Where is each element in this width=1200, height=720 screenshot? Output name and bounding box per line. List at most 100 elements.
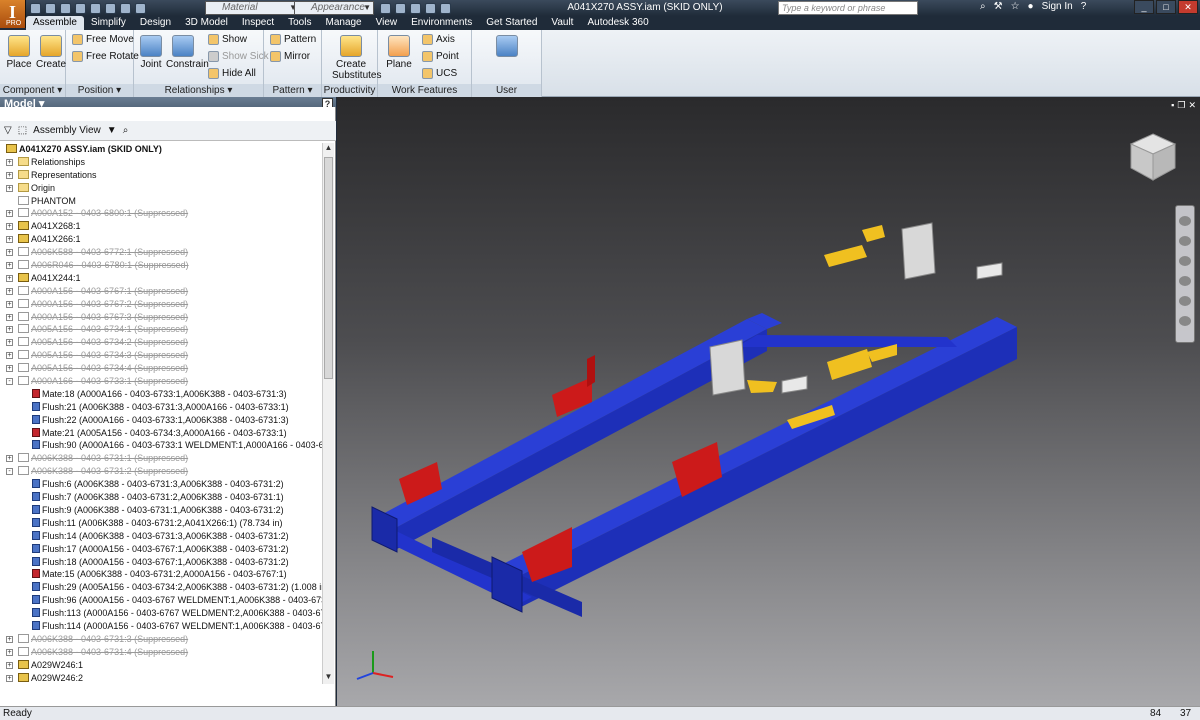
save-icon[interactable] (60, 2, 71, 14)
tree-node[interactable]: Flush:14 (A006K388 - 0403-6731:3,A006K38… (0, 530, 322, 543)
maximize-button[interactable]: □ (1156, 0, 1176, 14)
clear-appearance-icon[interactable] (380, 2, 391, 14)
tree-node[interactable]: + A006K388 - 0403-6731:4 (Suppressed) (0, 646, 322, 659)
expand-icon[interactable]: + (6, 300, 13, 308)
create-substitutes-button[interactable]: Create Substitutes (332, 33, 381, 81)
tree-node[interactable]: + A029W246:1 (0, 659, 322, 672)
find-icon[interactable]: ⌕ (123, 125, 129, 136)
tree-node[interactable]: + A006K588 - 0403-6772:1 (Suppressed) (0, 246, 322, 259)
material-combo[interactable]: Material▼ (205, 1, 300, 15)
tree-node[interactable]: + A041X266:1 (0, 233, 322, 246)
redo-icon[interactable] (90, 2, 101, 14)
expand-icon[interactable]: + (6, 223, 13, 231)
pattern-button[interactable]: Pattern (270, 34, 316, 45)
user-icon[interactable]: ● (1028, 1, 1034, 12)
sign-in-link[interactable]: Sign In (1042, 1, 1073, 12)
tree-node[interactable]: Mate:18 (A000A166 - 0403-6733:1,A006K388… (0, 388, 322, 401)
tree-node[interactable]: Flush:17 (A000A156 - 0403-6767:1,A006K38… (0, 543, 322, 556)
tree-node[interactable]: + Representations (0, 169, 322, 182)
hide-all-button[interactable]: Hide All (208, 68, 256, 79)
user-command-button[interactable] (490, 33, 524, 59)
fx-icon[interactable] (410, 2, 421, 14)
close-button[interactable]: ✕ (1178, 0, 1198, 14)
expand-icon[interactable]: + (6, 158, 13, 166)
point-button[interactable]: Point (422, 51, 459, 62)
expand-icon[interactable]: + (6, 171, 13, 179)
tree-node[interactable]: Flush:22 (A000A166 - 0403-6733:1,A006K38… (0, 414, 322, 427)
tab-get-started[interactable]: Get Started (479, 16, 544, 30)
application-menu-button[interactable]: I PRO (0, 0, 26, 28)
measure-icon[interactable] (440, 2, 451, 14)
new-icon[interactable] (30, 2, 41, 14)
expand-icon[interactable]: + (6, 287, 13, 295)
tree-node[interactable]: - A006K388 - 0403-6731:2 (Suppressed) (0, 465, 322, 478)
tree-node[interactable]: Flush:6 (A006K388 - 0403-6731:3,A006K388… (0, 478, 322, 491)
tab-tools[interactable]: Tools (281, 16, 318, 30)
minimize-button[interactable]: _ (1134, 0, 1154, 14)
free-rotate-button[interactable]: Free Rotate (72, 51, 139, 62)
tab-assemble[interactable]: Assemble (26, 16, 84, 30)
scroll-down-icon[interactable]: ▼ (323, 672, 334, 684)
expand-icon[interactable]: + (6, 262, 13, 270)
tree-node[interactable]: + A000A156 - 0403-6767:1 (Suppressed) (0, 285, 322, 298)
expand-icon[interactable]: + (6, 184, 13, 192)
update-icon[interactable] (120, 2, 131, 14)
help-search-input[interactable]: Type a keyword or phrase (778, 1, 918, 15)
appearance-combo[interactable]: Appearance ▼ (294, 1, 374, 15)
tree-node[interactable]: + A005A156 - 0403-6734:4 (Suppressed) (0, 362, 322, 375)
panel-title-position[interactable]: Position ▾ (66, 84, 133, 97)
tree-node[interactable]: + A006K388 - 0403-6731:1 (Suppressed) (0, 452, 322, 465)
tree-node[interactable]: + A005A156 - 0403-6734:3 (Suppressed) (0, 349, 322, 362)
adjust-icon[interactable] (395, 2, 406, 14)
open-icon[interactable] (45, 2, 56, 14)
panel-title-pattern[interactable]: Pattern ▾ (264, 84, 321, 97)
tree-node[interactable]: + A000A156 - 0403-6767:2 (Suppressed) (0, 298, 322, 311)
mirror-button[interactable]: Mirror (270, 51, 310, 62)
color-icon[interactable] (425, 2, 436, 14)
expand-icon[interactable]: + (6, 674, 13, 682)
expand-icon[interactable]: + (6, 313, 13, 321)
assembly-model[interactable] (337, 97, 1200, 706)
expand-icon[interactable]: + (6, 648, 13, 656)
communication-icon[interactable]: ☆ (1011, 1, 1020, 12)
place-button[interactable]: Place (2, 33, 36, 70)
tree-node[interactable]: Flush:7 (A006K388 - 0403-6731:2,A006K388… (0, 491, 322, 504)
tree-node[interactable]: + A029W246:2 (0, 672, 322, 684)
tree-node[interactable]: PHANTOM (0, 195, 322, 208)
expand-icon[interactable]: + (6, 339, 13, 347)
subscription-icon[interactable]: ⚒ (994, 1, 1003, 12)
collapse-icon[interactable]: - (6, 468, 13, 476)
collapse-icon[interactable]: - (6, 378, 13, 386)
expand-icon[interactable]: + (6, 661, 13, 669)
graphics-viewport[interactable]: ▪ ❐ ✕ (337, 97, 1200, 706)
tree-node[interactable]: Flush:9 (A006K388 - 0403-6731:1,A006K388… (0, 504, 322, 517)
tree-node[interactable]: Flush:18 (A000A156 - 0403-6767:1,A006K38… (0, 556, 322, 569)
constrain-button[interactable]: Constrain (166, 33, 209, 70)
expand-icon[interactable]: + (6, 635, 13, 643)
tree-node[interactable]: Flush:11 (A006K388 - 0403-6731:2,A041X26… (0, 517, 322, 530)
plane-button[interactable]: Plane (382, 33, 416, 70)
tree-node[interactable]: + A041X268:1 (0, 220, 322, 233)
tree-node[interactable]: + Origin (0, 182, 322, 195)
tab-design[interactable]: Design (133, 16, 178, 30)
expand-icon[interactable]: + (6, 274, 13, 282)
create-button[interactable]: Create (34, 33, 68, 70)
joint-button[interactable]: Joint (134, 33, 168, 70)
expand-icon[interactable]: + (6, 365, 13, 373)
tab-view[interactable]: View (369, 16, 405, 30)
tree-node[interactable]: Flush:114 (A000A156 - 0403-6767 WELDMENT… (0, 620, 322, 633)
home-icon[interactable] (105, 2, 116, 14)
tab-environments[interactable]: Environments (404, 16, 479, 30)
tree-node[interactable]: Flush:113 (A000A156 - 0403-6767 WELDMENT… (0, 607, 322, 620)
assembly-view-dropdown[interactable]: Assembly View (33, 125, 101, 136)
help-icon[interactable]: ? (1081, 1, 1087, 12)
expand-icon[interactable]: + (6, 326, 13, 334)
expand-icon[interactable]: + (6, 455, 13, 463)
expand-icon[interactable]: + (6, 352, 13, 360)
tree-node[interactable]: Flush:21 (A006K388 - 0403-6731:3,A000A16… (0, 401, 322, 414)
scroll-thumb[interactable] (324, 157, 333, 379)
panel-title-component[interactable]: Component ▾ (0, 84, 65, 97)
select-icon[interactable] (135, 2, 146, 14)
tab-inspect[interactable]: Inspect (235, 16, 281, 30)
tab-autodesk-360[interactable]: Autodesk 360 (580, 16, 655, 30)
